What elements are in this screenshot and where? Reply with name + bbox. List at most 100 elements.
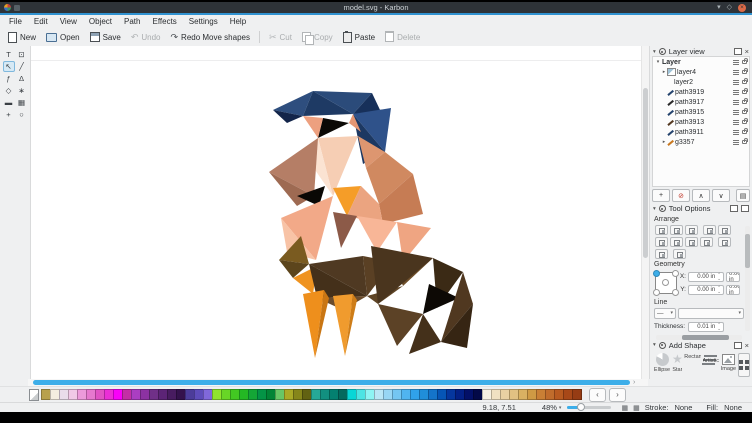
- gradient-tool[interactable]: ▬: [3, 97, 15, 108]
- canvas[interactable]: [31, 46, 649, 379]
- shape-rectangle[interactable]: Rectan: [685, 353, 701, 360]
- lock-icon[interactable]: [742, 130, 747, 134]
- palette-swatch[interactable]: [572, 389, 582, 400]
- height-field[interactable]: 0.00 in: [726, 285, 740, 295]
- pen-tool[interactable]: ╱: [16, 61, 28, 72]
- x-field[interactable]: 0.00 in⌃⌄: [688, 272, 724, 282]
- titlebar[interactable]: model.svg - Karbon ▾ ◇ ×: [0, 2, 752, 13]
- align-left-button[interactable]: [655, 225, 668, 235]
- artwork-svg[interactable]: [31, 46, 644, 379]
- pencil-tool[interactable]: Δ: [16, 73, 28, 84]
- palette-prev-button[interactable]: ‹: [589, 388, 606, 402]
- layer-row-layer4[interactable]: ▸layer4: [653, 67, 749, 77]
- close-docker-icon[interactable]: ×: [745, 342, 749, 349]
- maximize-button[interactable]: ◇: [727, 3, 732, 12]
- anchor-top-left[interactable]: [653, 270, 660, 277]
- lock-icon[interactable]: [742, 100, 747, 104]
- float-docker-icon[interactable]: [730, 205, 738, 212]
- redo-button[interactable]: ↷Redo Move shapes: [171, 33, 250, 42]
- detach-docker-icon[interactable]: [741, 205, 749, 212]
- raise-layer-button[interactable]: ∧: [692, 189, 710, 202]
- artwork-polygon[interactable]: [333, 212, 357, 248]
- align-bottom-button[interactable]: [700, 237, 713, 247]
- menu-object[interactable]: Object: [83, 17, 118, 26]
- visibility-icon[interactable]: [733, 90, 739, 95]
- menu-edit[interactable]: Edit: [28, 17, 54, 26]
- send-to-back-button[interactable]: [655, 249, 668, 259]
- tool-options-header[interactable]: ▾ Tool Options: [652, 204, 750, 213]
- align-top-button[interactable]: [670, 237, 683, 247]
- menu-view[interactable]: View: [54, 17, 83, 26]
- lower-layer-button[interactable]: ∨: [712, 189, 730, 202]
- select-tool[interactable]: ↖: [3, 61, 15, 72]
- layer-row-g3357[interactable]: ▸g3357: [653, 137, 749, 147]
- close-docker-icon[interactable]: ×: [745, 48, 749, 55]
- pan-tool[interactable]: ○: [16, 109, 28, 120]
- shape-star[interactable]: ★Star: [672, 353, 683, 373]
- visibility-icon[interactable]: [733, 120, 739, 125]
- anchor-top-right[interactable]: [672, 270, 679, 277]
- artistic-text-tool[interactable]: ⊡: [16, 49, 28, 60]
- canvas-hscrollbar-thumb[interactable]: [33, 380, 630, 385]
- visibility-icon[interactable]: [733, 80, 739, 85]
- stroke-value[interactable]: None: [674, 403, 692, 412]
- visibility-icon[interactable]: [733, 100, 739, 105]
- anchor-position-widget[interactable]: [655, 272, 677, 294]
- layer-row-path3917[interactable]: path3917: [653, 97, 749, 107]
- artwork-polygon[interactable]: [357, 216, 397, 252]
- path-edit-tool[interactable]: ◇: [3, 85, 15, 96]
- shape-collection-button[interactable]: [738, 353, 750, 377]
- pattern-tool[interactable]: ▦: [16, 97, 28, 108]
- layer-view-header[interactable]: ▾ Layer view ×: [652, 47, 750, 56]
- paste-button[interactable]: Paste: [343, 32, 375, 43]
- lock-icon[interactable]: [742, 120, 747, 124]
- lower-shape-button[interactable]: [718, 237, 731, 247]
- shape-image[interactable]: Image: [721, 353, 736, 372]
- shape-artistic[interactable]: Artistic: [703, 353, 719, 364]
- menu-settings[interactable]: Settings: [183, 17, 224, 26]
- add-layer-button[interactable]: +: [652, 189, 670, 202]
- lock-icon[interactable]: [742, 70, 747, 74]
- anchor-bottom-right[interactable]: [672, 289, 679, 296]
- float-docker-icon[interactable]: [734, 342, 742, 349]
- bring-to-front-button[interactable]: [703, 225, 716, 235]
- collapse-arrow-icon[interactable]: ▾: [653, 49, 656, 55]
- visibility-icon[interactable]: [733, 60, 739, 65]
- y-field[interactable]: 0.00 in⌃⌄: [688, 285, 724, 295]
- canvas-vscrollbar[interactable]: [641, 46, 649, 379]
- line-cap-select[interactable]: —▾: [654, 308, 676, 319]
- artwork-polygon[interactable]: [371, 246, 433, 304]
- line-style-select[interactable]: ▾: [678, 308, 744, 319]
- group-shapes-button[interactable]: [673, 249, 686, 259]
- zoom-dropdown[interactable]: 48%▾: [542, 403, 562, 412]
- raise-shape-button[interactable]: [718, 225, 731, 235]
- anchor-bottom-left[interactable]: [653, 289, 660, 296]
- menu-help[interactable]: Help: [224, 17, 252, 26]
- align-right-button[interactable]: [685, 225, 698, 235]
- delete-layer-button[interactable]: ⊘: [672, 189, 690, 202]
- menu-effects[interactable]: Effects: [146, 17, 182, 26]
- lock-icon[interactable]: [742, 110, 747, 114]
- canvas-vscrollbar-thumb[interactable]: [643, 88, 648, 258]
- add-shape-header[interactable]: ▾ Add Shape ×: [652, 341, 750, 350]
- align-hcenter-button[interactable]: [670, 225, 683, 235]
- visibility-icon[interactable]: [733, 130, 739, 135]
- tool-options-hscrollbar-thumb[interactable]: [682, 335, 729, 340]
- tool-options-hscrollbar[interactable]: [656, 335, 742, 340]
- zoom-slider[interactable]: [567, 406, 611, 409]
- layer-view-menu-button[interactable]: ▤: [736, 189, 750, 202]
- grid-button[interactable]: ▦: [621, 404, 628, 412]
- width-field[interactable]: 0.00 in: [726, 272, 740, 282]
- layer-row-Layer[interactable]: ▾Layer: [653, 57, 749, 67]
- collapse-arrow-icon[interactable]: ▾: [653, 206, 656, 212]
- new-button[interactable]: New: [8, 32, 36, 43]
- fill-value[interactable]: None: [724, 403, 742, 412]
- scroll-right-arrow-icon[interactable]: ›: [633, 379, 635, 386]
- visibility-icon[interactable]: [733, 110, 739, 115]
- palette-next-button[interactable]: ›: [609, 388, 626, 402]
- visibility-icon[interactable]: [733, 70, 739, 75]
- collapse-arrow-icon[interactable]: ▾: [653, 342, 656, 348]
- visibility-icon[interactable]: [733, 140, 739, 145]
- minimize-button[interactable]: ▾: [717, 3, 721, 12]
- zoom-tool[interactable]: +: [3, 109, 15, 120]
